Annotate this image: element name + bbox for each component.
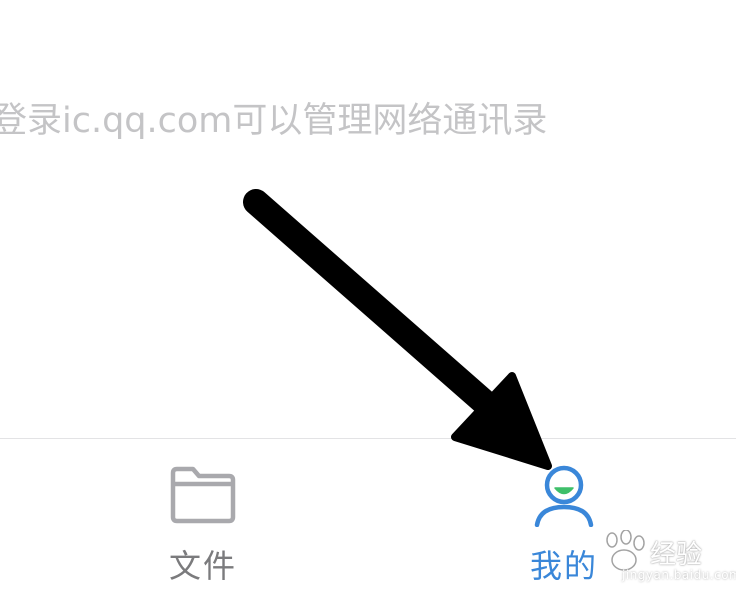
watermark-site: jingyan.baidu.com xyxy=(622,568,736,582)
watermark-brand: 经验 xyxy=(650,540,703,570)
watermark: 经验 jingyan.baidu.com xyxy=(598,528,736,592)
annotation-arrow xyxy=(243,189,552,470)
paw-logo xyxy=(606,530,645,571)
